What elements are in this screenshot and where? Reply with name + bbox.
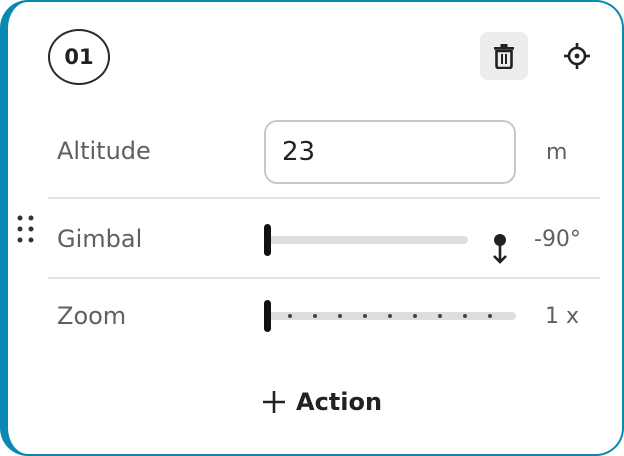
gimbal-slider-track[interactable]: [266, 236, 468, 244]
altitude-input[interactable]: [264, 120, 516, 184]
waypoint-number: 01: [64, 45, 94, 69]
gimbal-value: -90°: [534, 227, 581, 252]
zoom-tick: [488, 314, 492, 318]
delete-button[interactable]: [480, 32, 528, 80]
drag-handle[interactable]: [17, 215, 35, 243]
trash-icon: [494, 44, 514, 69]
zoom-tick: [313, 314, 317, 318]
add-action-button[interactable]: Action: [262, 382, 382, 422]
locate-button[interactable]: [553, 32, 601, 80]
zoom-tick: [338, 314, 342, 318]
gimbal-slider-thumb[interactable]: [264, 224, 271, 256]
zoom-label: Zoom: [57, 302, 127, 330]
waypoint-number-badge: 01: [48, 29, 110, 85]
zoom-slider-thumb[interactable]: [264, 300, 271, 332]
divider: [48, 277, 600, 279]
add-action-label: Action: [296, 388, 383, 416]
zoom-tick: [363, 314, 367, 318]
zoom-tick: [463, 314, 467, 318]
zoom-value: 1 x: [545, 304, 580, 329]
altitude-unit: m: [546, 140, 568, 165]
zoom-tick: [413, 314, 417, 318]
zoom-tick: [438, 314, 442, 318]
crosshair-icon: [564, 43, 590, 69]
gimbal-label: Gimbal: [57, 225, 143, 253]
zoom-tick: [388, 314, 392, 318]
divider: [48, 197, 600, 199]
drag-handle-icon: [17, 215, 34, 243]
plus-icon: [263, 391, 285, 413]
gimbal-down-icon: [493, 234, 507, 264]
zoom-tick: [288, 314, 292, 318]
altitude-label: Altitude: [57, 137, 151, 165]
